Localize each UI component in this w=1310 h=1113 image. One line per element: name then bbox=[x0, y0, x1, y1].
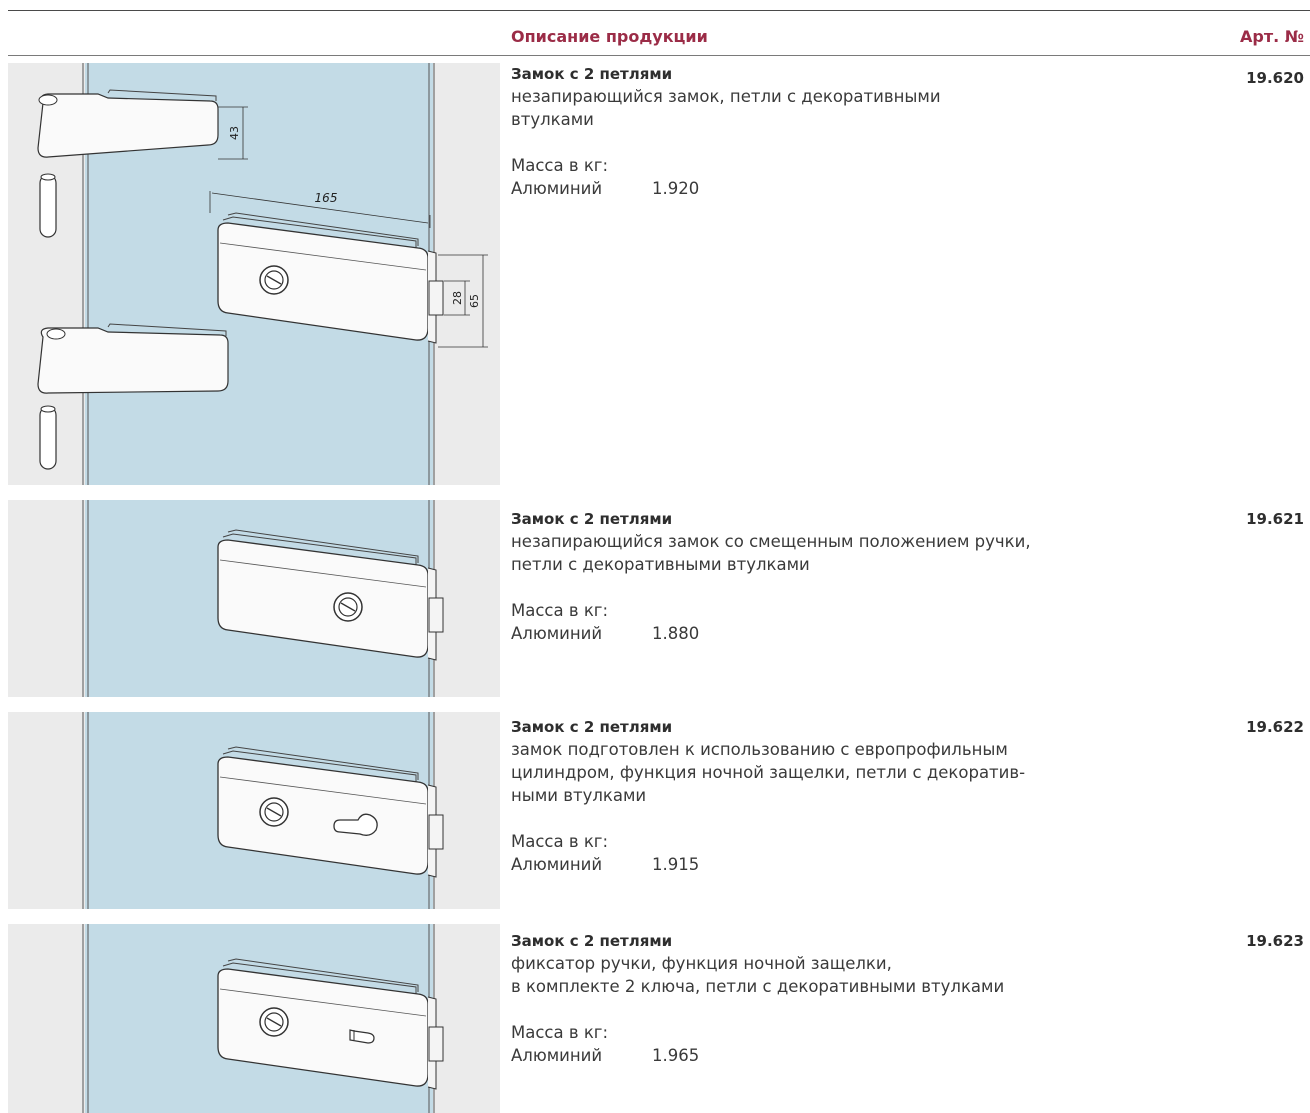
column-header-description: Описание продукции bbox=[511, 27, 708, 46]
top-rule bbox=[8, 10, 1310, 11]
description-line: фиксатор ручки, функция ночной защелки, bbox=[511, 954, 892, 973]
description-line: втулками bbox=[511, 110, 594, 129]
product-description: Замок с 2 петлями незапирающийся замок с… bbox=[511, 508, 1131, 645]
product-title: Замок с 2 петлями bbox=[511, 510, 673, 528]
product-drawing: 43 165 28 65 bbox=[8, 63, 500, 485]
mass-line: Алюминий 1.920 bbox=[511, 177, 1131, 200]
lock-euro-cylinder-drawing bbox=[82, 712, 444, 909]
description-line: замок подготовлен к использованию с евро… bbox=[511, 740, 1008, 759]
material: Алюминий bbox=[511, 624, 603, 643]
material: Алюминий bbox=[511, 179, 603, 198]
svg-text:43: 43 bbox=[228, 126, 241, 140]
description-line: цилиндром, функция ночной защелки, петли… bbox=[511, 763, 1026, 782]
weight-value: 1.880 bbox=[652, 624, 700, 643]
product-drawing bbox=[8, 500, 500, 697]
article-number: 19.623 bbox=[1246, 932, 1304, 950]
mass-label: Масса в кг: bbox=[511, 156, 609, 175]
mass-label: Масса в кг: bbox=[511, 601, 609, 620]
product-title: Замок с 2 петлями bbox=[511, 65, 673, 83]
weight-value: 1.965 bbox=[652, 1046, 700, 1065]
description-line: петли с декоративными втулками bbox=[511, 555, 810, 574]
description-line: незапирающийся замок со смещенным положе… bbox=[511, 532, 1031, 551]
product-description: Замок с 2 петлями замок подготовлен к ис… bbox=[511, 716, 1131, 876]
mass-label: Масса в кг: bbox=[511, 832, 609, 851]
lock-with-hinges-drawing: 43 165 28 65 bbox=[37, 63, 488, 485]
article-number: 19.621 bbox=[1246, 510, 1304, 528]
column-header-article: Арт. № bbox=[1239, 27, 1304, 46]
weight-value: 1.915 bbox=[652, 855, 700, 874]
product-description: Замок с 2 петлями фиксатор ручки, функци… bbox=[511, 930, 1131, 1067]
mass-line: Алюминий 1.880 bbox=[511, 622, 1131, 645]
header-rule bbox=[8, 55, 1310, 56]
dimension-28-65: 28 65 bbox=[438, 254, 488, 348]
mass-line: Алюминий 1.915 bbox=[511, 853, 1131, 876]
svg-text:65: 65 bbox=[468, 294, 481, 308]
svg-text:28: 28 bbox=[451, 291, 464, 305]
material: Алюминий bbox=[511, 855, 603, 874]
lock-key-drawing bbox=[82, 924, 444, 1113]
mass-line: Алюминий 1.965 bbox=[511, 1044, 1131, 1067]
description-line: в комплекте 2 ключа, петли с декоративны… bbox=[511, 977, 1005, 996]
product-drawing bbox=[8, 924, 500, 1113]
weight-value: 1.920 bbox=[652, 179, 700, 198]
product-title: Замок с 2 петлями bbox=[511, 932, 673, 950]
description-line: незапирающийся замок, петли с декоративн… bbox=[511, 87, 941, 106]
product-description: Замок с 2 петлями незапирающийся замок, … bbox=[511, 63, 1131, 200]
article-number: 19.622 bbox=[1246, 718, 1304, 736]
svg-text:165: 165 bbox=[315, 191, 338, 205]
mass-label: Масса в кг: bbox=[511, 1023, 609, 1042]
product-title: Замок с 2 петлями bbox=[511, 718, 673, 736]
lock-offset-handle-drawing bbox=[82, 500, 444, 697]
product-drawing bbox=[8, 712, 500, 909]
article-number: 19.620 bbox=[1246, 69, 1304, 87]
material: Алюминий bbox=[511, 1046, 603, 1065]
description-line: ными втулками bbox=[511, 786, 647, 805]
